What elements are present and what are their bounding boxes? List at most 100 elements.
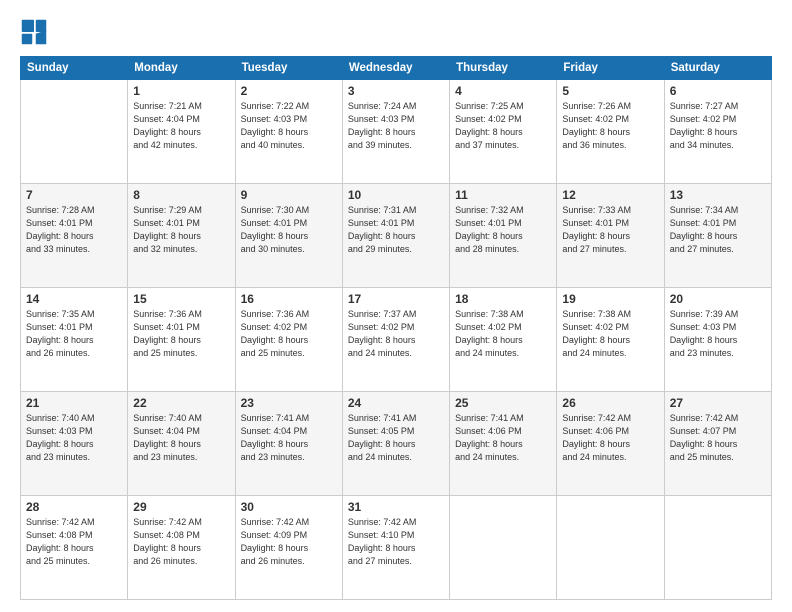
calendar-cell: 3 Sunrise: 7:24 AMSunset: 4:03 PMDaylight… [342,80,449,184]
day-number: 14 [26,292,122,306]
day-number: 29 [133,500,229,514]
day-number: 6 [670,84,766,98]
calendar-cell: 17 Sunrise: 7:37 AMSunset: 4:02 PMDayligh… [342,288,449,392]
day-number: 23 [241,396,337,410]
day-number: 13 [670,188,766,202]
day-info: Sunrise: 7:27 AMSunset: 4:02 PMDaylight:… [670,100,766,152]
weekday-header-wednesday: Wednesday [342,57,449,80]
day-info: Sunrise: 7:31 AMSunset: 4:01 PMDaylight:… [348,204,444,256]
day-number: 27 [670,396,766,410]
calendar-cell: 19 Sunrise: 7:38 AMSunset: 4:02 PMDayligh… [557,288,664,392]
weekday-header-tuesday: Tuesday [235,57,342,80]
weekday-header-saturday: Saturday [664,57,771,80]
day-number: 12 [562,188,658,202]
day-info: Sunrise: 7:21 AMSunset: 4:04 PMDaylight:… [133,100,229,152]
weekday-header-thursday: Thursday [450,57,557,80]
day-info: Sunrise: 7:41 AMSunset: 4:04 PMDaylight:… [241,412,337,464]
day-number: 31 [348,500,444,514]
calendar-cell [21,80,128,184]
day-info: Sunrise: 7:38 AMSunset: 4:02 PMDaylight:… [455,308,551,360]
day-number: 8 [133,188,229,202]
day-number: 5 [562,84,658,98]
weekday-header-friday: Friday [557,57,664,80]
calendar-cell: 7Sunrise: 7:28 AMSunset: 4:01 PMDaylight… [21,184,128,288]
day-number: 21 [26,396,122,410]
calendar-cell [664,496,771,600]
calendar-cell: 23 Sunrise: 7:41 AMSunset: 4:04 PMDayligh… [235,392,342,496]
calendar-cell: 29Sunrise: 7:42 AMSunset: 4:08 PMDayligh… [128,496,235,600]
day-info: Sunrise: 7:34 AMSunset: 4:01 PMDaylight:… [670,204,766,256]
calendar-cell: 8 Sunrise: 7:29 AMSunset: 4:01 PMDaylight… [128,184,235,288]
calendar-cell: 6 Sunrise: 7:27 AMSunset: 4:02 PMDaylight… [664,80,771,184]
day-info: Sunrise: 7:37 AMSunset: 4:02 PMDaylight:… [348,308,444,360]
calendar-cell: 10 Sunrise: 7:31 AMSunset: 4:01 PMDayligh… [342,184,449,288]
day-number: 22 [133,396,229,410]
calendar-cell: 31 Sunrise: 7:42 AMSunset: 4:10 PMDayligh… [342,496,449,600]
calendar-cell [450,496,557,600]
day-info: Sunrise: 7:24 AMSunset: 4:03 PMDaylight:… [348,100,444,152]
day-number: 19 [562,292,658,306]
day-info: Sunrise: 7:29 AMSunset: 4:01 PMDaylight:… [133,204,229,256]
calendar-cell: 22 Sunrise: 7:40 AMSunset: 4:04 PMDayligh… [128,392,235,496]
day-info: Sunrise: 7:42 AMSunset: 4:09 PMDaylight:… [241,516,337,568]
calendar-cell: 28Sunrise: 7:42 AMSunset: 4:08 PMDayligh… [21,496,128,600]
calendar-cell: 1Sunrise: 7:21 AMSunset: 4:04 PMDaylight… [128,80,235,184]
day-info: Sunrise: 7:36 AMSunset: 4:02 PMDaylight:… [241,308,337,360]
day-number: 10 [348,188,444,202]
day-info: Sunrise: 7:22 AMSunset: 4:03 PMDaylight:… [241,100,337,152]
calendar-cell: 25 Sunrise: 7:41 AMSunset: 4:06 PMDayligh… [450,392,557,496]
calendar-cell: 21Sunrise: 7:40 AMSunset: 4:03 PMDayligh… [21,392,128,496]
logo [20,18,52,46]
day-info: Sunrise: 7:26 AMSunset: 4:02 PMDaylight:… [562,100,658,152]
day-info: Sunrise: 7:41 AMSunset: 4:06 PMDaylight:… [455,412,551,464]
calendar-cell: 30 Sunrise: 7:42 AMSunset: 4:09 PMDayligh… [235,496,342,600]
calendar-cell: 2 Sunrise: 7:22 AMSunset: 4:03 PMDaylight… [235,80,342,184]
calendar-cell: 9 Sunrise: 7:30 AMSunset: 4:01 PMDaylight… [235,184,342,288]
calendar-cell: 12 Sunrise: 7:33 AMSunset: 4:01 PMDayligh… [557,184,664,288]
day-info: Sunrise: 7:38 AMSunset: 4:02 PMDaylight:… [562,308,658,360]
day-number: 20 [670,292,766,306]
header [20,18,772,46]
logo-icon [20,18,48,46]
day-number: 16 [241,292,337,306]
calendar-cell: 15 Sunrise: 7:36 AMSunset: 4:01 PMDayligh… [128,288,235,392]
day-number: 18 [455,292,551,306]
calendar-cell: 27 Sunrise: 7:42 AMSunset: 4:07 PMDayligh… [664,392,771,496]
page: SundayMondayTuesdayWednesdayThursdayFrid… [0,0,792,612]
weekday-header-sunday: Sunday [21,57,128,80]
day-info: Sunrise: 7:30 AMSunset: 4:01 PMDaylight:… [241,204,337,256]
day-info: Sunrise: 7:41 AMSunset: 4:05 PMDaylight:… [348,412,444,464]
day-number: 2 [241,84,337,98]
day-info: Sunrise: 7:35 AMSunset: 4:01 PMDaylight:… [26,308,122,360]
day-number: 9 [241,188,337,202]
day-info: Sunrise: 7:42 AMSunset: 4:06 PMDaylight:… [562,412,658,464]
day-number: 3 [348,84,444,98]
calendar-cell: 20 Sunrise: 7:39 AMSunset: 4:03 PMDayligh… [664,288,771,392]
weekday-header-row: SundayMondayTuesdayWednesdayThursdayFrid… [21,57,772,80]
calendar-cell: 13 Sunrise: 7:34 AMSunset: 4:01 PMDayligh… [664,184,771,288]
week-row-3: 14 Sunrise: 7:35 AMSunset: 4:01 PMDayligh… [21,288,772,392]
calendar-cell: 16 Sunrise: 7:36 AMSunset: 4:02 PMDayligh… [235,288,342,392]
calendar-cell: 24Sunrise: 7:41 AMSunset: 4:05 PMDayligh… [342,392,449,496]
calendar-cell: 14 Sunrise: 7:35 AMSunset: 4:01 PMDayligh… [21,288,128,392]
day-info: Sunrise: 7:25 AMSunset: 4:02 PMDaylight:… [455,100,551,152]
day-info: Sunrise: 7:40 AMSunset: 4:04 PMDaylight:… [133,412,229,464]
day-info: Sunrise: 7:42 AMSunset: 4:07 PMDaylight:… [670,412,766,464]
calendar-cell [557,496,664,600]
calendar-cell: 26 Sunrise: 7:42 AMSunset: 4:06 PMDayligh… [557,392,664,496]
weekday-header-monday: Monday [128,57,235,80]
day-info: Sunrise: 7:39 AMSunset: 4:03 PMDaylight:… [670,308,766,360]
day-info: Sunrise: 7:42 AMSunset: 4:10 PMDaylight:… [348,516,444,568]
day-number: 17 [348,292,444,306]
day-number: 15 [133,292,229,306]
week-row-2: 7Sunrise: 7:28 AMSunset: 4:01 PMDaylight… [21,184,772,288]
week-row-1: 1Sunrise: 7:21 AMSunset: 4:04 PMDaylight… [21,80,772,184]
day-info: Sunrise: 7:33 AMSunset: 4:01 PMDaylight:… [562,204,658,256]
day-number: 4 [455,84,551,98]
day-number: 30 [241,500,337,514]
week-row-5: 28Sunrise: 7:42 AMSunset: 4:08 PMDayligh… [21,496,772,600]
day-info: Sunrise: 7:36 AMSunset: 4:01 PMDaylight:… [133,308,229,360]
day-number: 26 [562,396,658,410]
calendar-cell: 11Sunrise: 7:32 AMSunset: 4:01 PMDayligh… [450,184,557,288]
day-number: 25 [455,396,551,410]
